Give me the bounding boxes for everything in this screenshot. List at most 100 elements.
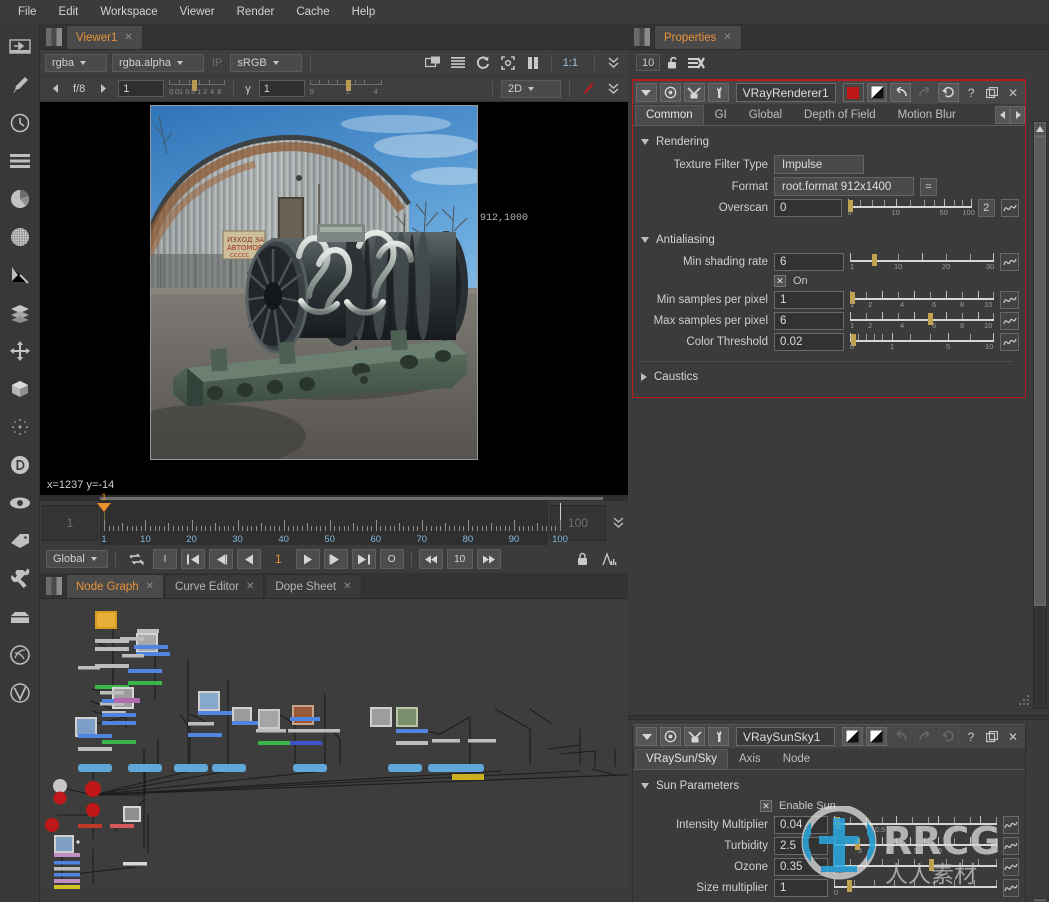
deep-icon[interactable] <box>3 448 37 482</box>
properties-scrollbar-bottom[interactable] <box>1033 898 1047 902</box>
close-icon[interactable]: ✕ <box>723 32 731 43</box>
tab-dope-sheet[interactable]: Dope Sheet ✕ <box>265 574 362 598</box>
node-settings-button[interactable] <box>707 83 729 102</box>
color-icon[interactable] <box>3 182 37 216</box>
vray-icon[interactable] <box>3 676 37 710</box>
roi-icon[interactable] <box>498 54 518 72</box>
views-icon[interactable] <box>3 486 37 520</box>
goto-end-button[interactable] <box>351 549 376 569</box>
min-shading-rate-animation-button[interactable] <box>1000 253 1019 271</box>
wipe-icon[interactable] <box>423 54 443 72</box>
float-panel-icon[interactable] <box>983 83 1001 102</box>
clear-all-icon[interactable] <box>688 56 706 70</box>
texture-filter-type-select[interactable]: Impulse <box>774 155 864 174</box>
ozone-animation-button[interactable] <box>1003 858 1019 876</box>
timeline-expand-icon[interactable] <box>608 501 628 545</box>
undo-button[interactable] <box>890 83 912 102</box>
node-properties-button[interactable] <box>660 727 681 746</box>
viewer-attach-button[interactable] <box>683 83 705 102</box>
close-icon[interactable]: ✕ <box>146 581 154 592</box>
next-keyframe-button[interactable] <box>323 549 348 569</box>
set-in-point-button[interactable]: I <box>153 549 177 569</box>
gamma-input[interactable]: 1 <box>258 80 305 97</box>
section-sun-parameters[interactable]: Sun Parameters <box>633 772 1019 796</box>
range-mode-select[interactable]: Global <box>46 550 108 568</box>
playback-mode-icon[interactable] <box>123 549 149 569</box>
panel-resize-grip[interactable] <box>1017 693 1031 707</box>
tab-motion-blur[interactable]: Motion Blur <box>886 105 967 125</box>
format-expression-button[interactable]: = <box>920 177 937 196</box>
mask-toggle-button[interactable] <box>866 83 888 102</box>
transform-icon[interactable] <box>3 334 37 368</box>
panel-drag-handle[interactable] <box>46 577 62 595</box>
channel-select[interactable]: rgba.alpha <box>112 53 204 72</box>
tab-vraysun-sky[interactable]: VRaySun/Sky <box>635 749 728 769</box>
panel-drag-handle[interactable] <box>634 28 650 46</box>
layers-list-icon[interactable] <box>448 54 468 72</box>
close-icon[interactable]: ✕ <box>343 581 351 592</box>
turbidity-input[interactable]: 2.5 <box>774 837 828 855</box>
goto-start-button[interactable] <box>181 549 205 569</box>
redo-button[interactable] <box>914 83 936 102</box>
menu-edit[interactable]: Edit <box>49 3 89 21</box>
menu-viewer[interactable]: Viewer <box>170 3 225 21</box>
max-samples-slider[interactable]: 124 6 8 10 <box>850 312 995 330</box>
intensity-multiplier-input[interactable]: 0.04 <box>774 816 828 834</box>
min-shading-rate-slider[interactable]: 1 10 20 30 <box>850 253 994 271</box>
help-icon[interactable]: ? <box>962 83 980 102</box>
gain-slider[interactable]: 0.01 0.5 12 48 <box>169 79 226 98</box>
tab-node[interactable]: Node <box>771 749 822 769</box>
node-name-field[interactable]: VRaySunSky1 <box>736 727 835 746</box>
ozone-input[interactable]: 0.35 <box>774 858 828 876</box>
play-backward-button[interactable] <box>237 549 261 569</box>
revert-button[interactable] <box>938 727 959 746</box>
section-caustics[interactable]: Caustics <box>633 362 1019 387</box>
mask-toggle-button-b[interactable] <box>866 727 887 746</box>
refresh-icon[interactable] <box>473 54 493 72</box>
help-icon[interactable]: ? <box>962 727 980 746</box>
gain-increment[interactable] <box>93 80 113 98</box>
ozone-slider[interactable]: 0 <box>834 858 997 876</box>
gain-input[interactable]: 1 <box>118 80 165 97</box>
undo-button[interactable] <box>890 727 911 746</box>
tab-gi[interactable]: GI <box>703 105 738 125</box>
audio-icon[interactable] <box>598 549 622 569</box>
close-icon[interactable]: ✕ <box>124 32 132 43</box>
unlock-icon[interactable] <box>666 55 682 70</box>
color-picker-icon[interactable] <box>578 80 598 98</box>
redo-button[interactable] <box>914 727 935 746</box>
3d-icon[interactable] <box>3 372 37 406</box>
properties-scrollbar-top[interactable] <box>1033 121 1047 709</box>
overscan-slider[interactable]: 0 10 50 100 <box>848 199 975 217</box>
collapse-panel-button[interactable] <box>636 727 657 746</box>
step-back-button[interactable] <box>418 549 443 569</box>
panel-drag-handle[interactable] <box>46 28 62 46</box>
step-increment-field[interactable]: 10 <box>446 549 473 569</box>
close-panel-icon[interactable]: ✕ <box>1004 727 1022 746</box>
draw-icon[interactable] <box>3 68 37 102</box>
time-icon[interactable] <box>3 106 37 140</box>
lock-icon[interactable] <box>570 549 594 569</box>
menu-file[interactable]: File <box>8 3 47 21</box>
merge-icon[interactable] <box>3 296 37 330</box>
colorspace-select[interactable]: sRGB <box>230 53 303 72</box>
zoom-level[interactable]: 1:1 <box>560 57 581 69</box>
current-frame-display[interactable]: 1 <box>265 552 292 566</box>
set-out-point-button[interactable]: O <box>379 549 404 569</box>
antialiasing-on-checkbox[interactable]: ✕ <box>774 275 786 287</box>
turbidity-animation-button[interactable] <box>1003 837 1019 855</box>
menu-workspace[interactable]: Workspace <box>90 3 167 21</box>
close-icon[interactable]: ✕ <box>246 581 254 592</box>
enable-sun-checkbox[interactable]: ✕ <box>760 800 772 812</box>
scroll-up-arrow[interactable] <box>1034 122 1046 136</box>
overscan-trailing-field[interactable]: 2 <box>977 199 995 217</box>
menu-cache[interactable]: Cache <box>286 3 339 21</box>
intensity-multiplier-slider[interactable]: 0 0.5 1 1.5 2 <box>834 816 997 834</box>
cara-vr-icon[interactable] <box>3 638 37 672</box>
section-antialiasing[interactable]: Antialiasing <box>633 220 1019 250</box>
keyer-icon[interactable] <box>3 258 37 292</box>
play-forward-button[interactable] <box>295 549 320 569</box>
float-panel-icon[interactable] <box>983 727 1001 746</box>
view-mode-select[interactable]: 2D <box>501 79 561 98</box>
node-settings-button[interactable] <box>708 727 729 746</box>
